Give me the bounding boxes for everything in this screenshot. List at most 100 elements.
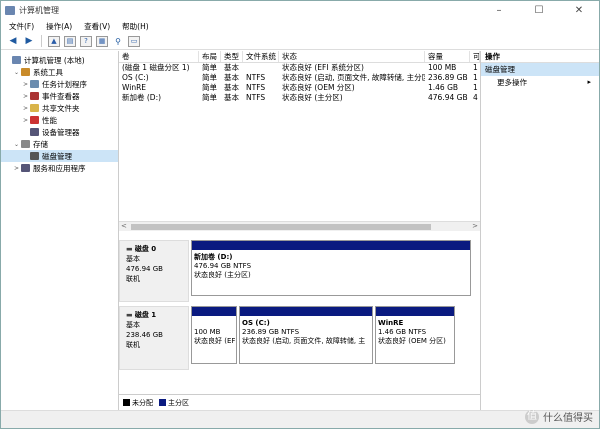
disk-name: 磁盘 1 <box>134 311 157 319</box>
toolbar-separator <box>41 35 42 47</box>
connect-icon[interactable]: ⚲ <box>112 36 124 47</box>
forward-arrow-icon[interactable]: ▶ <box>23 36 35 47</box>
disk-icon: ▬ <box>126 245 135 253</box>
table-cell: 简单 <box>202 63 217 72</box>
table-cell: 基本 <box>224 93 239 102</box>
disk-management-panel: 卷布局 类型 文件系统 状态 容量可 (磁盘 1 磁盘分区 1) 简单 基本 状态良好 (EF… <box>119 51 481 410</box>
table-cell: 476.94 GB <box>428 93 468 102</box>
disk-row: ▬ 磁盘 0 基本 476.94 GB 联机 新加卷 (D:) 476.94 GB NTF… <box>119 240 480 302</box>
column-header[interactable]: 文件系统 <box>243 51 279 62</box>
volume-list: 卷布局 类型 文件系统 状态 容量可 (磁盘 1 磁盘分区 1) 简单 基本 状态良好 (EF… <box>119 51 480 221</box>
tree-item[interactable]: 计算机管理 (本地) <box>1 54 118 66</box>
table-cell: 状态良好 (OEM 分区) <box>282 83 355 92</box>
column-header[interactable]: 容量 <box>425 51 470 62</box>
more-actions-item[interactable]: 更多操作 ▸ <box>481 76 599 89</box>
column-header[interactable]: 卷 <box>119 51 199 62</box>
disk-row: ▬ 磁盘 1 基本 238.46 GB 联机 100 MB 状态良好 (EF OS (C:)… <box>119 306 480 370</box>
watermark-logo-icon: 值 <box>525 409 539 424</box>
menu-file[interactable]: 文件(F) <box>9 21 34 32</box>
scroll-right-icon[interactable]: > <box>472 222 478 230</box>
menu-bar: 文件(F) 操作(A) 查看(V) 帮助(H) <box>1 19 599 33</box>
minimize-button[interactable]: – <box>479 5 519 16</box>
disk-size: 476.94 GB <box>126 265 163 273</box>
tree-item[interactable]: > 性能 <box>1 114 118 126</box>
tree-item[interactable]: ⌄ 存储 <box>1 138 118 150</box>
tree-item[interactable]: > 事件查看器 <box>1 90 118 102</box>
expand-chevron-icon[interactable]: > <box>12 165 21 172</box>
tree-item[interactable]: > 服务和应用程序 <box>1 162 118 174</box>
tree-item-label: 共享文件夹 <box>42 103 80 113</box>
computer-icon <box>12 56 21 64</box>
event-icon <box>30 92 39 100</box>
maximize-button[interactable]: ☐ <box>519 5 559 16</box>
tree-item[interactable]: > 任务计划程序 <box>1 78 118 90</box>
expand-chevron-icon[interactable]: ⌄ <box>12 69 21 76</box>
table-row[interactable]: (磁盘 1 磁盘分区 1) 简单 基本 状态良好 (EFI 系统分区) 100 MB 1 <box>119 63 480 73</box>
table-row[interactable]: WinRE 简单 基本 NTFS 状态良好 (OEM 分区) 1.46 GB 1 <box>119 83 480 93</box>
partition-block[interactable]: OS (C:) 236.89 GB NTFS 状态良好 (启动, 页面文件, 故障转… <box>239 306 373 364</box>
table-cell: NTFS <box>246 73 266 82</box>
expand-chevron-icon[interactable]: > <box>21 93 30 100</box>
expand-chevron-icon[interactable]: > <box>21 105 30 112</box>
tree-item[interactable]: ⌄ 系统工具 <box>1 66 118 78</box>
disk-type: 基本 <box>126 321 140 329</box>
horizontal-scrollbar[interactable]: < > <box>119 221 480 231</box>
menu-view[interactable]: 查看(V) <box>84 21 110 32</box>
legend-label: 主分区 <box>168 398 189 407</box>
scrollbar-thumb[interactable] <box>131 224 431 230</box>
computer-management-window: 计算机管理 – ☐ ✕ 文件(F) 操作(A) 查看(V) 帮助(H) ◀ ▶ … <box>0 0 600 429</box>
expand-chevron-icon[interactable]: ⌄ <box>12 141 21 148</box>
legend: 未分配 主分区 <box>119 394 480 410</box>
title-bar: 计算机管理 – ☐ ✕ <box>1 1 599 19</box>
view-list-icon[interactable]: ▭ <box>128 35 140 47</box>
table-cell: 状态良好 (主分区) <box>282 93 343 102</box>
up-folder-icon[interactable]: ▲ <box>48 35 60 47</box>
disk-label[interactable]: ▬ 磁盘 0 基本 476.94 GB 联机 <box>119 240 189 302</box>
tree-item[interactable]: > 共享文件夹 <box>1 102 118 114</box>
navigation-tree: 计算机管理 (本地) ⌄ 系统工具 > 任务计划程序 > 事件查看器 > 共享文件夹 > 性能 设备管… <box>1 51 119 410</box>
show-hide-tree-icon[interactable]: ▤ <box>64 35 76 47</box>
partition-color-bar <box>240 307 372 316</box>
help-icon[interactable]: ? <box>80 35 92 47</box>
table-cell: 新加卷 (D:) <box>122 93 162 102</box>
partition-block[interactable]: WinRE 1.46 GB NTFS 状态良好 (OEM 分区) <box>375 306 455 364</box>
tools-icon <box>21 68 30 76</box>
expand-chevron-icon[interactable]: > <box>21 81 30 88</box>
legend-item: 未分配 <box>123 398 153 408</box>
menu-action[interactable]: 操作(A) <box>46 21 72 32</box>
table-cell: 100 MB <box>428 63 457 72</box>
table-row[interactable]: 新加卷 (D:) 简单 基本 NTFS 状态良好 (主分区) 476.94 GB 4 <box>119 93 480 103</box>
table-cell <box>243 63 279 73</box>
partition-block[interactable]: 100 MB 状态良好 (EF <box>191 306 237 364</box>
actions-pane: 操作 磁盘管理 更多操作 ▸ <box>481 51 599 410</box>
table-cell: 4 <box>473 93 478 102</box>
table-row[interactable]: OS (C:) 简单 基本 NTFS 状态良好 (启动, 页面文件, 故障转储, 主分区… <box>119 73 480 83</box>
window-title: 计算机管理 <box>19 5 59 15</box>
services-icon <box>21 164 30 172</box>
scroll-left-icon[interactable]: < <box>121 222 127 230</box>
actions-section-disk-management[interactable]: 磁盘管理 <box>481 63 599 76</box>
column-header[interactable]: 可 <box>470 51 480 62</box>
partition-name: WinRE <box>378 319 404 327</box>
tree-item[interactable]: 磁盘管理 <box>1 150 118 162</box>
table-cell: OS (C:) <box>122 73 149 82</box>
partition-name: 新加卷 (D:) <box>194 253 233 261</box>
properties-icon[interactable]: ▦ <box>96 35 108 47</box>
expand-chevron-icon[interactable]: > <box>21 117 30 124</box>
disk-status: 联机 <box>126 275 140 283</box>
column-header[interactable]: 状态 <box>279 51 425 62</box>
partition-block[interactable]: 新加卷 (D:) 476.94 GB NTFS 状态良好 (主分区) <box>191 240 471 296</box>
menu-help[interactable]: 帮助(H) <box>122 21 149 32</box>
disk-layout-area: ▬ 磁盘 0 基本 476.94 GB 联机 新加卷 (D:) 476.94 GB NTF… <box>119 236 480 410</box>
toolbar: ◀ ▶ ▲ ▤ ? ▦ ⚲ ▭ <box>1 33 599 50</box>
close-button[interactable]: ✕ <box>559 5 599 16</box>
tree-item-label: 计算机管理 (本地) <box>24 55 85 65</box>
back-arrow-icon[interactable]: ◀ <box>7 36 19 47</box>
disk-label[interactable]: ▬ 磁盘 1 基本 238.46 GB 联机 <box>119 306 189 370</box>
table-cell: 状态良好 (EFI 系统分区) <box>282 63 364 72</box>
column-header[interactable]: 类型 <box>221 51 243 62</box>
tree-item[interactable]: 设备管理器 <box>1 126 118 138</box>
column-header[interactable]: 布局 <box>199 51 221 62</box>
table-cell: 1 <box>473 83 478 92</box>
table-cell: 1 <box>473 63 478 72</box>
